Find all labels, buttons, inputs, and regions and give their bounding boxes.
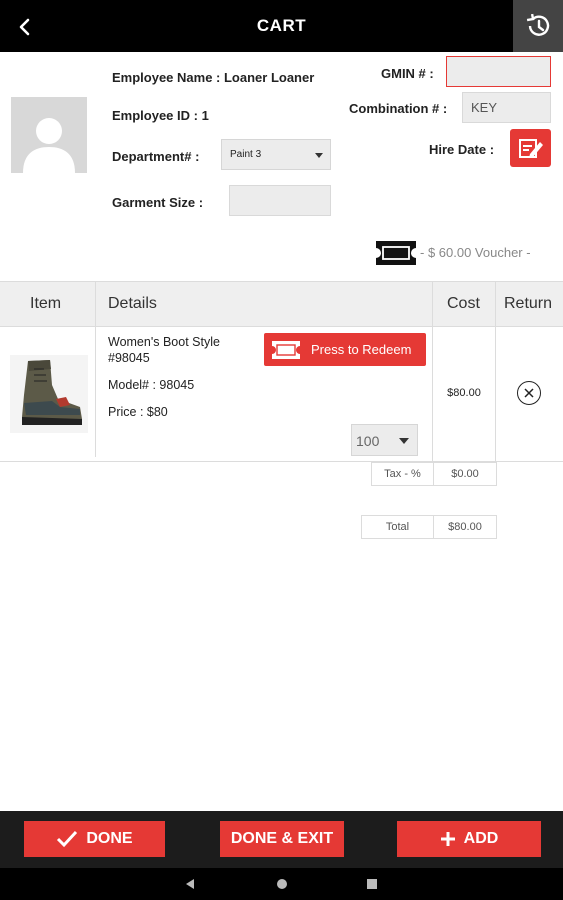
employee-name: Employee Name : Loaner Loaner bbox=[112, 70, 315, 85]
divider bbox=[495, 327, 496, 461]
gmin-field[interactable] bbox=[446, 56, 551, 87]
press-to-redeem-button[interactable]: Press to Redeem bbox=[264, 333, 426, 366]
item-price: Price : $80 bbox=[108, 405, 168, 419]
total-value: $80.00 bbox=[448, 521, 482, 533]
top-app-bar: CART bbox=[0, 0, 563, 52]
department-value: Paint 3 bbox=[230, 149, 262, 160]
quantity-value: 100 bbox=[356, 433, 380, 449]
nav-home-icon[interactable] bbox=[276, 878, 288, 890]
divider bbox=[95, 327, 96, 457]
checkmark-icon bbox=[57, 830, 78, 848]
history-button[interactable] bbox=[513, 0, 563, 52]
combination-label: Combination # : bbox=[349, 101, 448, 116]
table-header: Item Details Cost Return bbox=[0, 281, 563, 327]
item-model: Model# : 98045 bbox=[108, 378, 195, 392]
column-header-details: Details bbox=[108, 295, 157, 312]
divider bbox=[432, 282, 433, 326]
item-cost: $80.00 bbox=[447, 387, 481, 399]
garment-size-label: Garment Size : bbox=[112, 195, 204, 210]
table-row: Women's Boot Style #98045 Model# : 98045… bbox=[0, 327, 563, 462]
page-title: CART bbox=[256, 16, 307, 35]
divider bbox=[495, 282, 496, 326]
edit-calendar-icon bbox=[518, 139, 543, 158]
department-select[interactable]: Paint 3 bbox=[221, 139, 331, 170]
close-circle-icon bbox=[524, 388, 534, 398]
garment-size-field[interactable] bbox=[229, 185, 331, 216]
add-button[interactable]: ADD bbox=[397, 821, 541, 857]
column-header-return: Return bbox=[504, 295, 553, 312]
return-button[interactable] bbox=[517, 381, 541, 405]
done-label: DONE bbox=[86, 830, 133, 847]
voucher-text: - $ 60.00 Voucher - bbox=[420, 245, 531, 260]
plus-icon bbox=[440, 832, 455, 846]
user-silhouette-icon bbox=[23, 118, 75, 173]
combination-value: KEY bbox=[471, 100, 498, 115]
total-label: Total bbox=[362, 516, 434, 538]
item-title: Women's Boot Style bbox=[108, 335, 220, 349]
history-icon bbox=[526, 13, 550, 36]
voucher-ticket-icon bbox=[272, 340, 300, 359]
done-button[interactable]: DONE bbox=[24, 821, 165, 857]
avatar bbox=[11, 97, 87, 173]
bottom-action-bar: DONE DONE & EXIT ADD bbox=[0, 811, 563, 868]
hire-date-button[interactable] bbox=[510, 129, 551, 167]
done-and-exit-button[interactable]: DONE & EXIT bbox=[220, 821, 344, 857]
column-header-cost: Cost bbox=[447, 295, 480, 312]
divider bbox=[95, 282, 96, 326]
item-style-number: #98045 bbox=[108, 351, 150, 365]
redeem-label: Press to Redeem bbox=[311, 342, 412, 357]
voucher-ticket-icon bbox=[376, 241, 416, 265]
add-label: ADD bbox=[463, 830, 499, 847]
chevron-down-icon bbox=[399, 438, 409, 444]
quantity-select[interactable]: 100 bbox=[351, 424, 418, 456]
department-label: Department# : bbox=[112, 149, 200, 164]
hire-date-label: Hire Date : bbox=[429, 142, 495, 157]
total-summary: Total $80.00 bbox=[361, 515, 497, 539]
tax-summary: Tax - % $0.00 bbox=[371, 462, 497, 486]
system-navigation-bar bbox=[0, 868, 563, 900]
done-exit-label: DONE & EXIT bbox=[230, 830, 334, 847]
nav-back-icon[interactable] bbox=[184, 878, 196, 890]
employee-id: Employee ID : 1 bbox=[112, 108, 209, 123]
tax-label: Tax - % bbox=[372, 463, 434, 485]
boot-product-image bbox=[10, 355, 88, 433]
tax-value: $0.00 bbox=[451, 468, 479, 480]
nav-recents-icon[interactable] bbox=[366, 878, 378, 890]
chevron-down-icon bbox=[315, 153, 323, 158]
combination-field[interactable]: KEY bbox=[462, 92, 551, 123]
gmin-label: GMIN # : bbox=[381, 66, 434, 81]
column-header-item: Item bbox=[30, 295, 62, 312]
